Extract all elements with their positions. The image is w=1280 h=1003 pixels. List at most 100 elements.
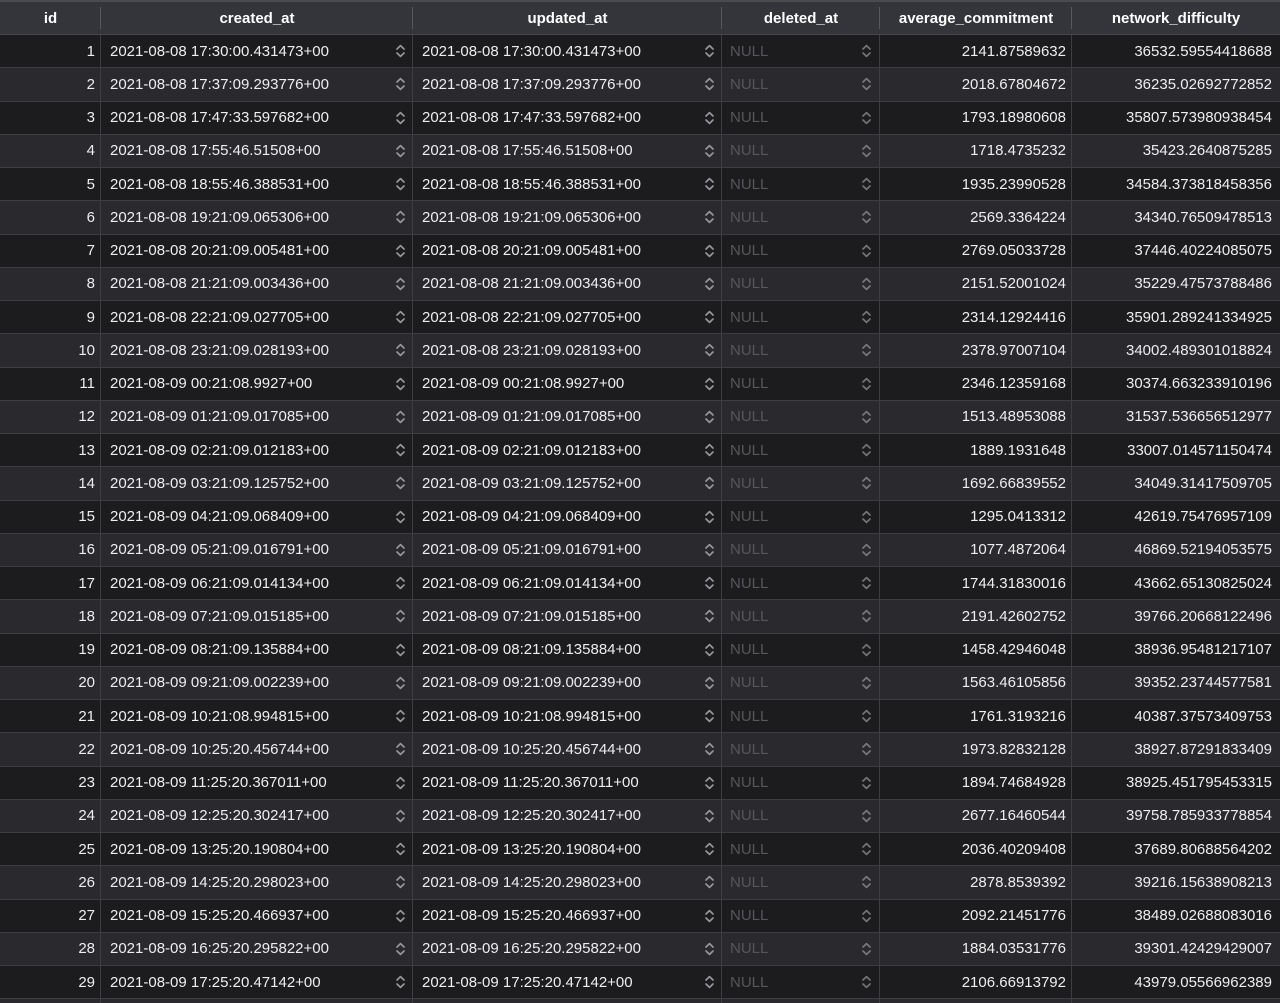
cell-id[interactable]: 25 xyxy=(0,833,101,866)
up-down-stepper-icon[interactable] xyxy=(395,342,406,358)
cell-deleted_at[interactable]: NULL xyxy=(722,932,880,965)
cell-created_at[interactable]: 2021-08-09 05:21:09.016791+00 xyxy=(101,533,413,566)
up-down-stepper-icon[interactable] xyxy=(861,642,872,658)
cell-updated_at[interactable]: 2021-08-09 07:21:09.015185+00 xyxy=(413,600,722,633)
cell-network_difficulty[interactable]: 39766.20668122496 xyxy=(1072,600,1280,632)
cell-created_at[interactable]: 2021-08-08 17:55:46.51508+00 xyxy=(101,134,413,167)
cell-average_commitment[interactable]: 2141.87589632 xyxy=(880,35,1072,68)
cell-id[interactable]: 2 xyxy=(0,68,101,101)
cell-id[interactable]: 21 xyxy=(0,700,101,733)
cell-network_difficulty[interactable]: 33007.014571150474 xyxy=(1072,434,1280,466)
cell-deleted_at[interactable]: NULL xyxy=(722,101,880,134)
cell-created_at[interactable]: 2021-08-08 17:30:00.431473+00 xyxy=(101,35,413,68)
cell-average_commitment[interactable]: 1563.46105856 xyxy=(880,666,1072,699)
up-down-stepper-icon[interactable] xyxy=(395,309,406,325)
cell-id[interactable]: 7 xyxy=(0,234,101,267)
up-down-stepper-icon[interactable] xyxy=(861,908,872,924)
cell-id[interactable]: 15 xyxy=(0,500,101,533)
cell-id[interactable]: 5 xyxy=(0,168,101,201)
column-header-created_at[interactable]: created_at xyxy=(101,2,413,34)
up-down-stepper-icon[interactable] xyxy=(704,675,715,691)
up-down-stepper-icon[interactable] xyxy=(704,642,715,658)
up-down-stepper-icon[interactable] xyxy=(861,243,872,259)
cell-updated_at[interactable]: 2021-08-09 09:21:09.002239+00 xyxy=(413,666,722,699)
up-down-stepper-icon[interactable] xyxy=(704,941,715,957)
cell-average_commitment[interactable]: 1761.3193216 xyxy=(880,700,1072,733)
up-down-stepper-icon[interactable] xyxy=(704,43,715,59)
cell-network_difficulty[interactable]: 36532.59554418688 xyxy=(1072,35,1280,67)
cell-id[interactable]: 27 xyxy=(0,899,101,932)
cell-deleted_at[interactable]: NULL xyxy=(722,434,880,467)
cell-network_difficulty[interactable]: 38927.87291833409 xyxy=(1072,733,1280,765)
up-down-stepper-icon[interactable] xyxy=(395,908,406,924)
cell-updated_at[interactable]: 2021-08-09 15:25:20.466937+00 xyxy=(413,899,722,932)
cell-network_difficulty[interactable]: 34049.31417509705 xyxy=(1072,467,1280,499)
cell-network_difficulty[interactable]: 35229.47573788486 xyxy=(1072,268,1280,300)
up-down-stepper-icon[interactable] xyxy=(704,442,715,458)
up-down-stepper-icon[interactable] xyxy=(704,276,715,292)
up-down-stepper-icon[interactable] xyxy=(395,708,406,724)
up-down-stepper-icon[interactable] xyxy=(704,376,715,392)
cell-id[interactable]: 8 xyxy=(0,267,101,300)
cell-average_commitment[interactable]: 2106.66913792 xyxy=(880,966,1072,999)
cell-average_commitment[interactable]: 1295.0413312 xyxy=(880,500,1072,533)
up-down-stepper-icon[interactable] xyxy=(861,342,872,358)
up-down-stepper-icon[interactable] xyxy=(861,43,872,59)
up-down-stepper-icon[interactable] xyxy=(395,642,406,658)
up-down-stepper-icon[interactable] xyxy=(395,110,406,126)
cell-updated_at[interactable]: 2021-08-08 21:21:09.003436+00 xyxy=(413,267,722,300)
cell-deleted_at[interactable]: NULL xyxy=(722,400,880,433)
cell-created_at[interactable]: 2021-08-09 07:21:09.015185+00 xyxy=(101,600,413,633)
cell-average_commitment[interactable]: 2769.05033728 xyxy=(880,234,1072,267)
cell-created_at[interactable]: 2021-08-08 18:55:46.388531+00 xyxy=(101,168,413,201)
cell-created_at[interactable]: 2021-08-09 00:21:08.9927+00 xyxy=(101,367,413,400)
cell-average_commitment[interactable]: 1718.4735232 xyxy=(880,134,1072,167)
cell-id[interactable]: 13 xyxy=(0,434,101,467)
up-down-stepper-icon[interactable] xyxy=(704,509,715,525)
up-down-stepper-icon[interactable] xyxy=(861,76,872,92)
up-down-stepper-icon[interactable] xyxy=(704,741,715,757)
cell-average_commitment[interactable]: 1884.03531776 xyxy=(880,932,1072,965)
cell-updated_at[interactable]: 2021-08-08 18:55:46.388531+00 xyxy=(413,168,722,201)
cell-id[interactable]: 1 xyxy=(0,35,101,68)
up-down-stepper-icon[interactable] xyxy=(395,775,406,791)
cell-updated_at[interactable]: 2021-08-08 20:21:09.005481+00 xyxy=(413,234,722,267)
up-down-stepper-icon[interactable] xyxy=(704,908,715,924)
cell-deleted_at[interactable]: NULL xyxy=(722,500,880,533)
up-down-stepper-icon[interactable] xyxy=(395,874,406,890)
cell-deleted_at[interactable]: NULL xyxy=(722,600,880,633)
up-down-stepper-icon[interactable] xyxy=(861,675,872,691)
cell-created_at[interactable]: 2021-08-09 14:25:20.298023+00 xyxy=(101,866,413,899)
cell-average_commitment[interactable]: 2378.97007104 xyxy=(880,334,1072,367)
cell-created_at[interactable]: 2021-08-09 13:25:20.190804+00 xyxy=(101,833,413,866)
cell-id[interactable]: 16 xyxy=(0,533,101,566)
cell-updated_at[interactable]: 2021-08-08 17:37:09.293776+00 xyxy=(413,68,722,101)
up-down-stepper-icon[interactable] xyxy=(861,708,872,724)
up-down-stepper-icon[interactable] xyxy=(704,243,715,259)
up-down-stepper-icon[interactable] xyxy=(861,575,872,591)
up-down-stepper-icon[interactable] xyxy=(704,841,715,857)
up-down-stepper-icon[interactable] xyxy=(395,143,406,159)
cell-network_difficulty[interactable]: 35423.2640875285 xyxy=(1072,135,1280,167)
up-down-stepper-icon[interactable] xyxy=(395,442,406,458)
cell-deleted_at[interactable]: NULL xyxy=(722,301,880,334)
cell-network_difficulty[interactable]: 46869.52194053575 xyxy=(1072,534,1280,566)
cell-id[interactable]: 29 xyxy=(0,966,101,999)
cell-deleted_at[interactable]: NULL xyxy=(722,766,880,799)
cell-deleted_at[interactable]: NULL xyxy=(722,68,880,101)
cell-created_at[interactable]: 2021-08-08 17:37:09.293776+00 xyxy=(101,68,413,101)
up-down-stepper-icon[interactable] xyxy=(395,243,406,259)
up-down-stepper-icon[interactable] xyxy=(861,874,872,890)
up-down-stepper-icon[interactable] xyxy=(861,110,872,126)
cell-updated_at[interactable]: 2021-08-09 17:25:20.47142+00 xyxy=(413,966,722,999)
cell-network_difficulty[interactable]: 38925.451795453315 xyxy=(1072,767,1280,799)
up-down-stepper-icon[interactable] xyxy=(861,941,872,957)
column-header-average_commitment[interactable]: average_commitment xyxy=(880,2,1072,34)
up-down-stepper-icon[interactable] xyxy=(861,309,872,325)
cell-updated_at[interactable]: 2021-08-08 19:21:09.065306+00 xyxy=(413,201,722,234)
cell-network_difficulty[interactable]: 35807.573980938454 xyxy=(1072,102,1280,134)
cell-updated_at[interactable]: 2021-08-09 02:21:09.012183+00 xyxy=(413,434,722,467)
cell-id[interactable]: 4 xyxy=(0,134,101,167)
up-down-stepper-icon[interactable] xyxy=(395,575,406,591)
cell-id[interactable]: 26 xyxy=(0,866,101,899)
